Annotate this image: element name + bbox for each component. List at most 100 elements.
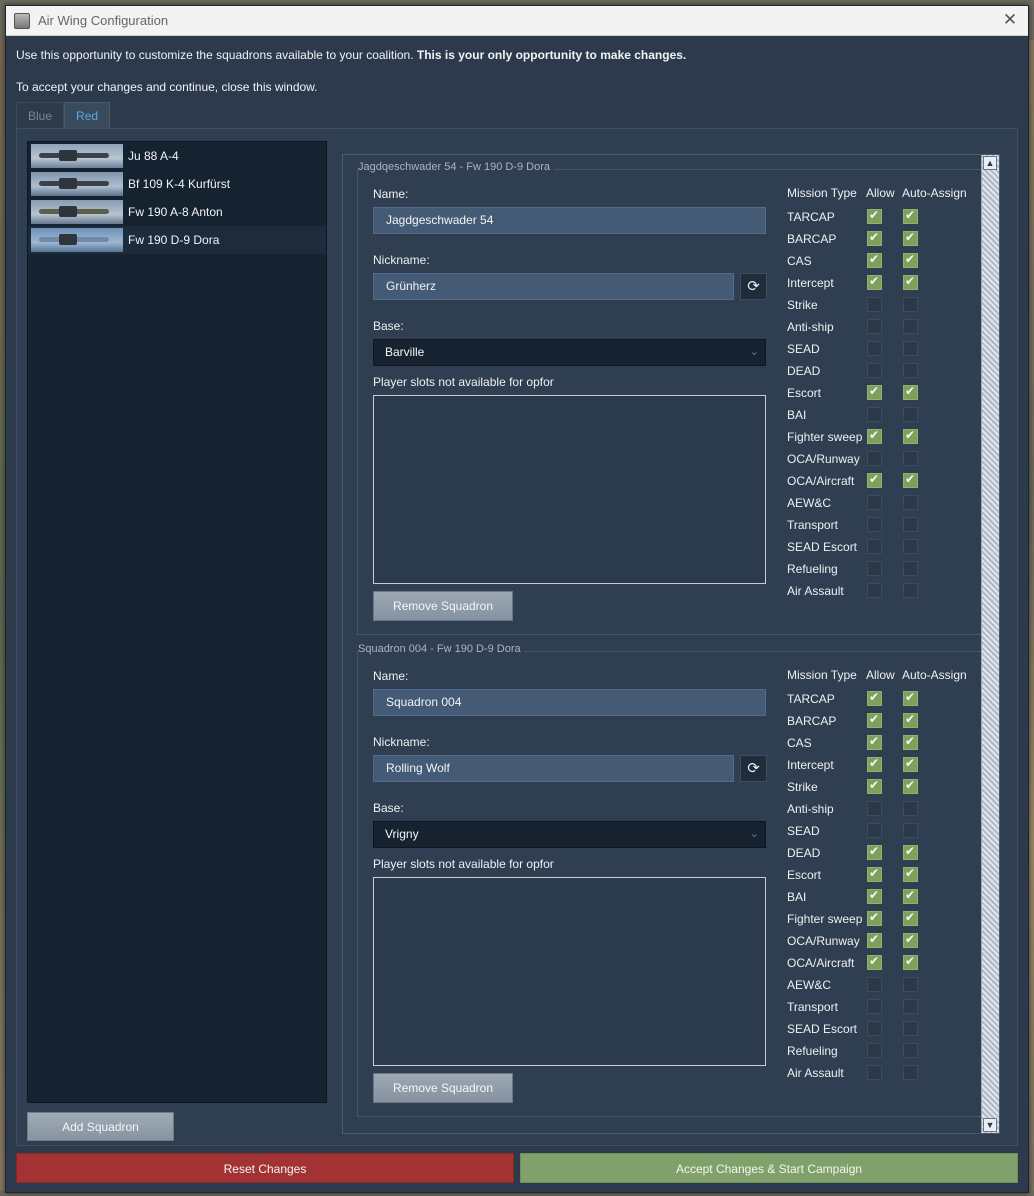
allow-checkbox[interactable] bbox=[867, 823, 882, 838]
auto-assign-checkbox[interactable] bbox=[903, 208, 918, 224]
nickname-field[interactable]: Rolling Wolf bbox=[373, 755, 734, 782]
allow-checkbox[interactable] bbox=[867, 954, 882, 970]
auto-assign-checkbox[interactable] bbox=[903, 274, 918, 290]
allow-checkbox[interactable] bbox=[867, 451, 882, 466]
base-select[interactable]: Barville ⌄ bbox=[373, 339, 766, 366]
allow-checkbox[interactable] bbox=[867, 274, 882, 290]
aircraft-item-bf109[interactable]: Bf 109 K-4 Kurfürst bbox=[28, 170, 326, 198]
auto-assign-checkbox[interactable] bbox=[903, 932, 918, 948]
allow-checkbox[interactable] bbox=[867, 1021, 882, 1036]
auto-assign-checkbox[interactable] bbox=[903, 297, 918, 312]
auto-assign-checkbox[interactable] bbox=[903, 451, 918, 466]
auto-assign-checkbox[interactable] bbox=[903, 977, 918, 992]
auto-assign-checkbox[interactable] bbox=[903, 230, 918, 246]
aircraft-item-fw190d9[interactable]: Fw 190 D-9 Dora bbox=[28, 226, 326, 254]
mission-row: BARCAP bbox=[787, 711, 982, 733]
squadron-name-field[interactable]: Squadron 004 bbox=[373, 689, 766, 716]
allow-checkbox[interactable] bbox=[867, 252, 882, 268]
tab-blue[interactable]: Blue bbox=[16, 102, 65, 128]
allow-checkbox[interactable] bbox=[867, 539, 882, 554]
auto-assign-checkbox[interactable] bbox=[903, 888, 918, 904]
allow-checkbox[interactable] bbox=[867, 756, 882, 772]
allow-checkbox[interactable] bbox=[867, 734, 882, 750]
allow-checkbox[interactable] bbox=[867, 561, 882, 576]
auto-assign-checkbox[interactable] bbox=[903, 583, 918, 598]
auto-assign-checkbox[interactable] bbox=[903, 778, 918, 794]
reset-changes-button[interactable]: Reset Changes bbox=[16, 1153, 514, 1183]
add-squadron-button[interactable]: Add Squadron bbox=[27, 1112, 174, 1141]
auto-assign-checkbox[interactable] bbox=[903, 866, 918, 882]
auto-assign-checkbox[interactable] bbox=[903, 252, 918, 268]
squadron-name-field[interactable]: Jagdgeschwader 54 bbox=[373, 207, 766, 234]
allow-checkbox[interactable] bbox=[867, 363, 882, 378]
vertical-scrollbar[interactable]: ▲ ▼ bbox=[981, 155, 999, 1133]
allow-checkbox[interactable] bbox=[867, 1065, 882, 1080]
auto-assign-checkbox[interactable] bbox=[903, 954, 918, 970]
allow-checkbox[interactable] bbox=[867, 517, 882, 532]
auto-assign-checkbox[interactable] bbox=[903, 539, 918, 554]
refresh-icon[interactable]: ⟳ bbox=[740, 755, 767, 782]
allow-checkbox[interactable] bbox=[867, 472, 882, 488]
refresh-icon[interactable]: ⟳ bbox=[740, 273, 767, 300]
allow-checkbox[interactable] bbox=[867, 208, 882, 224]
nickname-field[interactable]: Grünherz bbox=[373, 273, 734, 300]
allow-checkbox[interactable] bbox=[867, 888, 882, 904]
auto-assign-checkbox[interactable] bbox=[903, 428, 918, 444]
auto-assign-checkbox[interactable] bbox=[903, 1065, 918, 1080]
auto-assign-checkbox[interactable] bbox=[903, 801, 918, 816]
player-slots-list[interactable] bbox=[373, 395, 766, 584]
allow-checkbox[interactable] bbox=[867, 977, 882, 992]
allow-checkbox[interactable] bbox=[867, 495, 882, 510]
allow-checkbox[interactable] bbox=[867, 866, 882, 882]
allow-checkbox[interactable] bbox=[867, 801, 882, 816]
auto-assign-checkbox[interactable] bbox=[903, 341, 918, 356]
auto-assign-checkbox[interactable] bbox=[903, 734, 918, 750]
scroll-down-icon[interactable]: ▼ bbox=[983, 1118, 997, 1132]
base-select[interactable]: Vrigny ⌄ bbox=[373, 821, 766, 848]
player-slots-list[interactable] bbox=[373, 877, 766, 1066]
auto-assign-checkbox[interactable] bbox=[903, 384, 918, 400]
allow-checkbox[interactable] bbox=[867, 428, 882, 444]
scroll-up-icon[interactable]: ▲ bbox=[983, 156, 997, 170]
allow-checkbox[interactable] bbox=[867, 712, 882, 728]
auto-assign-checkbox[interactable] bbox=[903, 756, 918, 772]
allow-checkbox[interactable] bbox=[867, 297, 882, 312]
allow-checkbox[interactable] bbox=[867, 583, 882, 598]
auto-assign-checkbox[interactable] bbox=[903, 319, 918, 334]
allow-checkbox[interactable] bbox=[867, 1043, 882, 1058]
auto-assign-checkbox[interactable] bbox=[903, 823, 918, 838]
auto-assign-checkbox[interactable] bbox=[903, 690, 918, 706]
auto-assign-checkbox[interactable] bbox=[903, 472, 918, 488]
squadron-scroll-area[interactable]: Jagdqeschwader 54 - Fw 190 D-9 Dora Name… bbox=[342, 154, 1000, 1134]
allow-checkbox[interactable] bbox=[867, 319, 882, 334]
accept-changes-button[interactable]: Accept Changes & Start Campaign bbox=[520, 1153, 1018, 1183]
allow-checkbox[interactable] bbox=[867, 230, 882, 246]
auto-assign-checkbox[interactable] bbox=[903, 910, 918, 926]
allow-checkbox[interactable] bbox=[867, 407, 882, 422]
aircraft-item-ju88[interactable]: Ju 88 A-4 bbox=[28, 142, 326, 170]
auto-assign-checkbox[interactable] bbox=[903, 517, 918, 532]
allow-checkbox[interactable] bbox=[867, 384, 882, 400]
auto-assign-checkbox[interactable] bbox=[903, 844, 918, 860]
allow-checkbox[interactable] bbox=[867, 932, 882, 948]
auto-assign-checkbox[interactable] bbox=[903, 999, 918, 1014]
auto-assign-checkbox[interactable] bbox=[903, 712, 918, 728]
auto-assign-checkbox[interactable] bbox=[903, 363, 918, 378]
auto-assign-checkbox[interactable] bbox=[903, 495, 918, 510]
remove-squadron-button[interactable]: Remove Squadron bbox=[373, 591, 513, 621]
allow-checkbox[interactable] bbox=[867, 778, 882, 794]
remove-squadron-button[interactable]: Remove Squadron bbox=[373, 1073, 513, 1103]
auto-assign-checkbox[interactable] bbox=[903, 561, 918, 576]
aircraft-item-fw190a8[interactable]: Fw 190 A-8 Anton bbox=[28, 198, 326, 226]
allow-checkbox[interactable] bbox=[867, 999, 882, 1014]
allow-checkbox[interactable] bbox=[867, 690, 882, 706]
tab-red[interactable]: Red bbox=[64, 102, 111, 128]
auto-assign-checkbox[interactable] bbox=[903, 1021, 918, 1036]
allow-checkbox[interactable] bbox=[867, 844, 882, 860]
auto-assign-checkbox[interactable] bbox=[903, 407, 918, 422]
intro-line-2: To accept your changes and continue, clo… bbox=[16, 80, 318, 94]
allow-checkbox[interactable] bbox=[867, 341, 882, 356]
auto-assign-checkbox[interactable] bbox=[903, 1043, 918, 1058]
allow-checkbox[interactable] bbox=[867, 910, 882, 926]
close-icon[interactable]: ✕ bbox=[1002, 11, 1018, 28]
